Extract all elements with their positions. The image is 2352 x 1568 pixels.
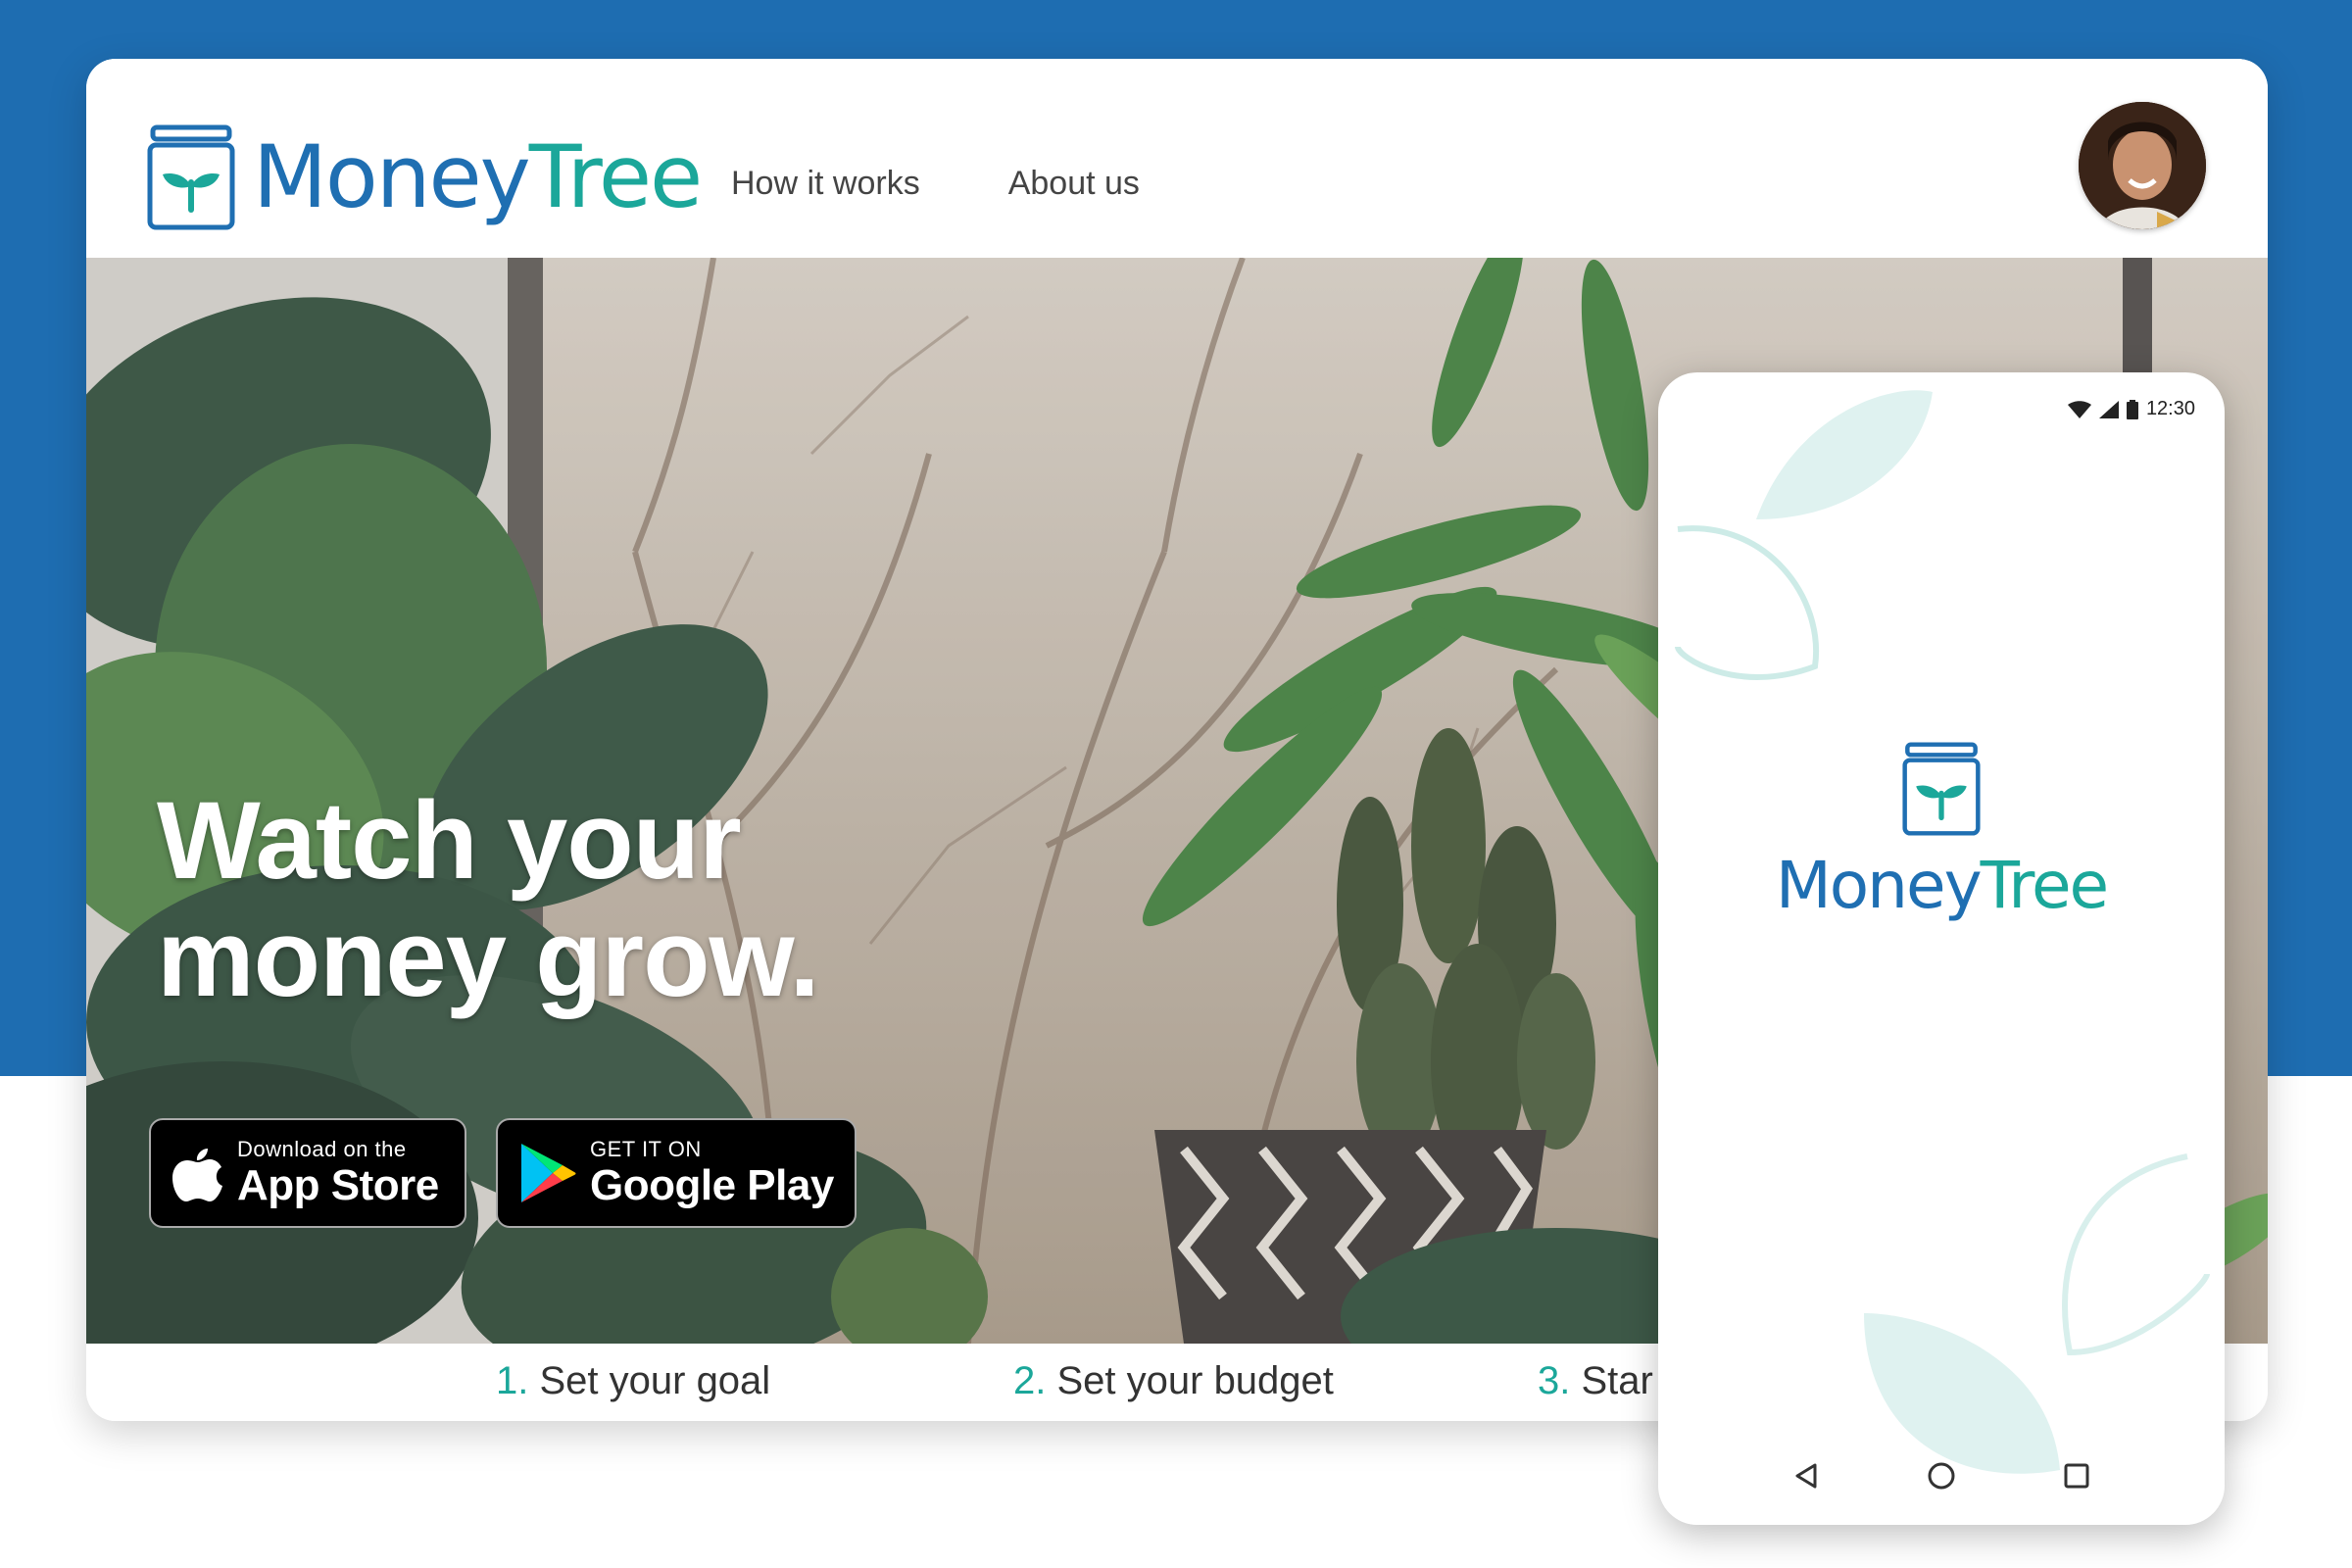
app-store-big-text: App Store — [237, 1161, 439, 1209]
app-store-button[interactable]: Download on the App Store — [149, 1118, 466, 1228]
brand-wordmark: MoneyTree — [253, 126, 703, 227]
phone-splash-logo: MoneyTree — [1658, 741, 2225, 923]
phone-mockup: 12:30 MoneyTree — [1658, 372, 2225, 1525]
decorative-leaves — [1675, 390, 2210, 1474]
google-play-big-text: Google Play — [590, 1161, 834, 1209]
nav-how-it-works[interactable]: How it works — [731, 165, 920, 203]
jar-logo-icon — [1902, 742, 1981, 836]
main-nav: How it works About us — [731, 165, 1140, 203]
wifi-icon — [2067, 400, 2091, 418]
brand-logo[interactable]: MoneyTree — [147, 123, 703, 231]
recents-icon[interactable] — [2062, 1461, 2091, 1491]
battery-icon — [2126, 399, 2138, 419]
status-time: 12:30 — [2145, 398, 2195, 419]
site-header: MoneyTree How it works About us — [86, 59, 2268, 258]
hero-headline-line1: Watch your — [157, 779, 742, 902]
google-play-button[interactable]: GET IT ON Google Play — [496, 1118, 857, 1228]
google-play-small-text: GET IT ON — [590, 1137, 702, 1161]
home-icon[interactable] — [1927, 1461, 1956, 1491]
signal-icon — [2098, 400, 2119, 418]
step-3: 3. Star — [1538, 1359, 1653, 1402]
phone-wordmark: MoneyTree — [1775, 848, 2109, 923]
back-icon[interactable] — [1791, 1461, 1821, 1491]
step-2: 2. Set your budget — [1013, 1359, 1334, 1402]
nav-about-us[interactable]: About us — [1008, 165, 1140, 203]
apple-icon — [172, 1143, 223, 1203]
hero-headline: Watch your money grow. — [157, 779, 820, 1019]
jar-logo-icon — [147, 124, 235, 230]
status-bar: 12:30 — [2067, 398, 2195, 420]
step-1: 1. Set your goal — [496, 1359, 771, 1402]
hero-headline-line2: money grow. — [157, 897, 820, 1019]
avatar[interactable] — [2079, 102, 2206, 229]
google-play-icon — [519, 1142, 576, 1204]
android-nav-bar — [1658, 1452, 2225, 1499]
app-store-small-text: Download on the — [237, 1137, 407, 1161]
